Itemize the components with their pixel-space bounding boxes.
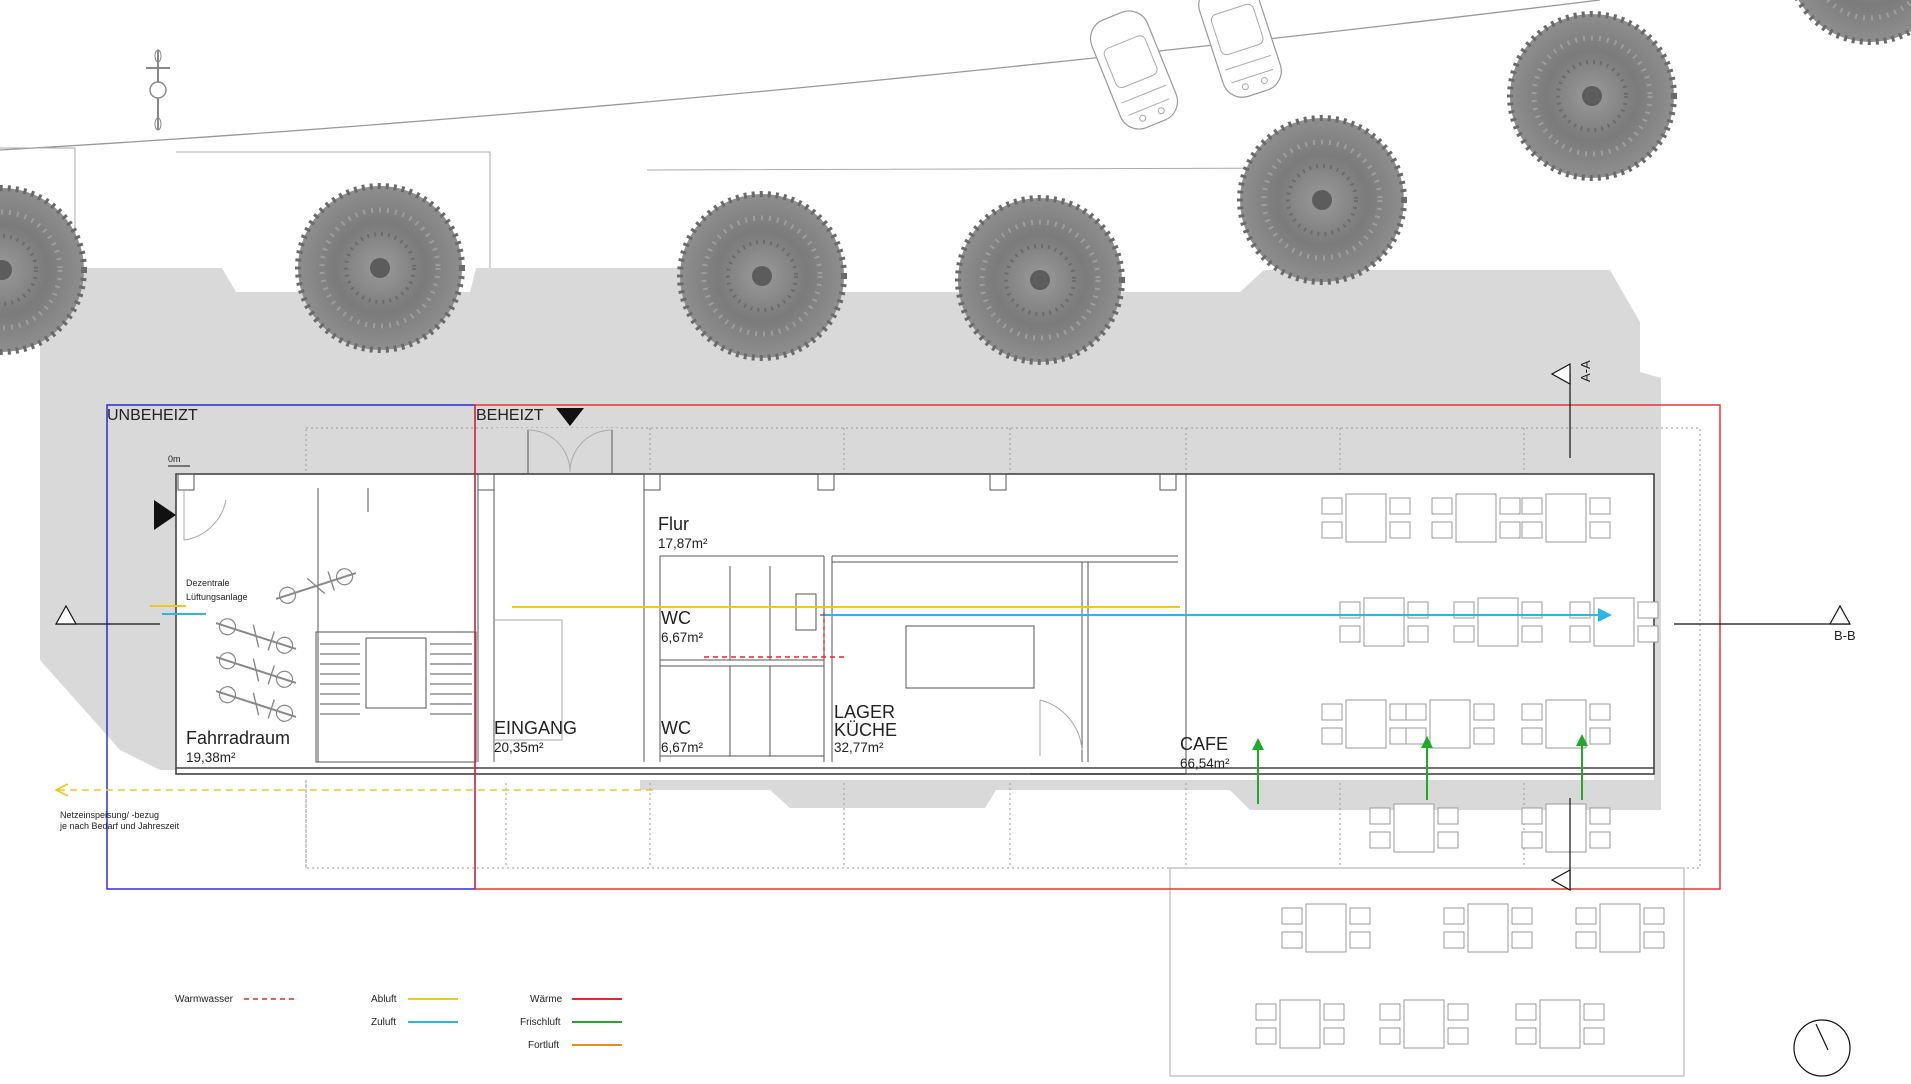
car-icon (1192, 0, 1288, 104)
tree-icon (958, 198, 1122, 362)
room-name-cafe: CAFE (1180, 734, 1228, 754)
legend-label-frischluft: Frischluft (520, 1017, 561, 1028)
room-area-lager: 32,77m² (834, 740, 884, 755)
room-area-wc-2: 6,67m² (661, 740, 704, 755)
room-area-flur: 17,87m² (658, 536, 708, 551)
room-name-wc-2: WC (661, 718, 691, 738)
legend-label-warmwasser: Warmwasser (175, 994, 234, 1005)
legend: Warmwasser Abluft Zuluft Wärme Frischluf… (175, 994, 622, 1051)
grid-note-line-2: je nach Bedarf und Jahreszeit (59, 821, 180, 831)
legend-label-abluft: Abluft (371, 994, 397, 1005)
room-area-wc-1: 6,67m² (661, 630, 704, 645)
ventilation-note-line-2: Lüftungsanlage (186, 592, 248, 602)
legend-label-zuluft: Zuluft (371, 1017, 396, 1028)
legend-label-fortluft: Fortluft (528, 1040, 559, 1051)
room-name-eingang: EINGANG (494, 718, 577, 738)
grid-note-line-1: Netzeinspeisung/ -bezug (60, 810, 159, 820)
floor-plan: UNBEHEIZT BEHEIZT 0m B-B A-A Fahrradraum… (0, 0, 1911, 1077)
heated-zone-label: BEHEIZT (476, 407, 544, 424)
tree-icon (298, 186, 462, 350)
north-arrow-icon (1793, 1019, 1851, 1077)
tree-icon (1788, 0, 1911, 42)
room-area-eingang: 20,35m² (494, 740, 544, 755)
entrance-canopy (496, 428, 620, 474)
room-name-lager: LAGER (834, 702, 895, 722)
tree-icon (1240, 118, 1404, 282)
room-name-flur: Flur (658, 514, 689, 534)
ventilation-note-line-1: Dezentrale (186, 578, 230, 588)
section-label-a: A-A (1578, 360, 1593, 382)
car-icon (1083, 4, 1185, 136)
section-label-b: B-B (1834, 628, 1856, 643)
legend-label-waerme: Wärme (530, 994, 563, 1005)
room-name-kueche: KÜCHE (834, 720, 897, 740)
level-marker: 0m (168, 454, 181, 464)
tree-icon (1510, 14, 1674, 178)
room-area-fahrradraum: 19,38m² (186, 750, 236, 765)
room-name-fahrradraum: Fahrradraum (186, 728, 290, 748)
room-name-wc-1: WC (661, 608, 691, 628)
bicycle-icon (145, 49, 171, 131)
unheated-zone-label: UNBEHEIZT (107, 407, 198, 424)
tree-icon (680, 194, 844, 358)
room-area-cafe: 66,54m² (1180, 756, 1230, 771)
